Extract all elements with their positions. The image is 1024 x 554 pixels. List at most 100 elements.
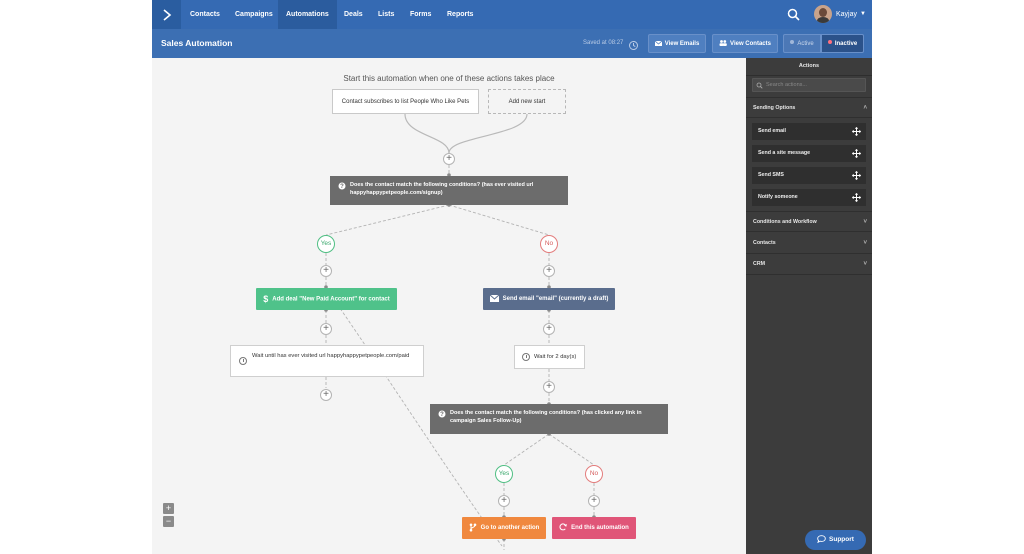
panel-search[interactable]	[752, 78, 866, 92]
nav-reports[interactable]: Reports	[439, 0, 481, 29]
zoom-out-button[interactable]: −	[163, 516, 174, 527]
active-toggle[interactable]: Active	[783, 34, 821, 53]
search-icon	[756, 82, 763, 89]
add-step-button[interactable]: +	[443, 153, 455, 165]
add-step-button[interactable]: +	[320, 323, 332, 335]
send-email-text: Send email "email" (currently a draft)	[502, 296, 609, 302]
nav-campaigns[interactable]: Campaigns	[227, 0, 281, 29]
condition-block-1[interactable]: ? Does the contact match the following c…	[330, 176, 568, 205]
nav-lists[interactable]: Lists	[370, 0, 402, 29]
action-notify-someone[interactable]: Notify someone	[752, 189, 866, 206]
view-emails-button[interactable]: View Emails	[648, 34, 706, 53]
wait-until-text: Wait until has ever visited url happyhap…	[252, 353, 410, 359]
add-deal-action[interactable]: $ Add deal "New Paid Account" for contact	[256, 288, 397, 310]
inactive-toggle[interactable]: Inactive	[821, 34, 864, 53]
action-label: Send a site message	[758, 150, 811, 156]
support-label: Support	[829, 536, 854, 543]
nav-forms[interactable]: Forms	[402, 0, 439, 29]
move-icon	[852, 171, 861, 180]
section-sending-options[interactable]: Sending Options ˄	[746, 97, 872, 118]
envelope-icon	[489, 294, 499, 302]
move-icon	[852, 127, 861, 136]
search-icon	[787, 8, 800, 21]
action-label: Notify someone	[758, 194, 798, 200]
status-dot-icon	[790, 40, 795, 45]
dollar-icon: $	[263, 294, 269, 304]
inactive-label: Inactive	[834, 41, 858, 47]
yes-branch-label: Yes	[317, 235, 335, 253]
active-label: Active	[797, 41, 814, 47]
move-icon	[852, 193, 861, 202]
wait-for-step[interactable]: Wait for 2 day(s)	[514, 345, 585, 369]
goto-action-text: Go to another action	[480, 525, 540, 531]
section-label: CRM	[753, 261, 766, 267]
no-branch-label: No	[585, 465, 603, 483]
view-contacts-button[interactable]: View Contacts	[712, 34, 778, 53]
action-send-email[interactable]: Send email	[752, 123, 866, 140]
add-step-button[interactable]: +	[498, 495, 510, 507]
wait-until-step[interactable]: Wait until has ever visited url happyhap…	[230, 345, 424, 377]
start-heading: Start this automation when one of these …	[343, 74, 555, 83]
action-send-sms[interactable]: Send SMS	[752, 167, 866, 184]
chevron-up-icon: ˄	[863, 105, 867, 111]
chevron-down-icon: ˅	[863, 261, 867, 267]
condition-2-text: Does the contact match the following con…	[450, 410, 642, 424]
refresh-icon	[559, 523, 568, 531]
history-icon[interactable]	[628, 38, 639, 50]
avatar[interactable]	[814, 5, 832, 23]
view-contacts-label: View Contacts	[730, 41, 771, 47]
clock-icon	[239, 357, 247, 365]
add-step-button[interactable]: +	[588, 495, 600, 507]
add-step-button[interactable]: +	[320, 265, 332, 277]
section-label: Sending Options	[753, 105, 796, 111]
users-icon	[719, 40, 727, 47]
question-circle-icon: ?	[338, 182, 346, 190]
status-dot-icon	[827, 40, 832, 45]
add-step-button[interactable]: +	[543, 381, 555, 393]
nav-contacts[interactable]: Contacts	[182, 0, 228, 29]
email-icon	[654, 40, 662, 46]
action-label: Send SMS	[758, 172, 784, 178]
svg-text:?: ?	[340, 184, 344, 190]
goto-action[interactable]: Go to another action	[462, 517, 546, 539]
chevron-down-icon: ˅	[863, 219, 867, 225]
add-step-button[interactable]: +	[543, 323, 555, 335]
section-contacts[interactable]: Contacts ˅	[746, 233, 872, 254]
add-step-button[interactable]: +	[543, 265, 555, 277]
app-logo[interactable]	[152, 0, 181, 29]
chat-bubble-icon	[817, 535, 826, 544]
action-send-site-message[interactable]: Send a site message	[752, 145, 866, 162]
nav-automations[interactable]: Automations	[278, 0, 337, 29]
caret-down-icon[interactable]: ▼	[860, 0, 866, 29]
add-new-start-button[interactable]: Add new start	[488, 89, 566, 114]
add-step-button[interactable]: +	[320, 389, 332, 401]
send-email-action[interactable]: Send email "email" (currently a draft)	[483, 288, 615, 310]
section-crm[interactable]: CRM ˅	[746, 254, 872, 275]
branch-icon	[469, 523, 476, 532]
workflow-canvas[interactable]: Start this automation when one of these …	[152, 58, 746, 554]
question-circle-icon: ?	[438, 410, 446, 418]
nav-deals[interactable]: Deals	[336, 0, 371, 29]
app-window: Contacts Campaigns Automations Deals Lis…	[152, 0, 872, 554]
svg-text:?: ?	[440, 412, 444, 418]
section-conditions-workflow[interactable]: Conditions and Workflow ˅	[746, 211, 872, 232]
action-label: Send email	[758, 128, 786, 134]
end-automation-action[interactable]: End this automation	[552, 517, 636, 539]
search-button[interactable]	[786, 7, 802, 23]
move-icon	[852, 149, 861, 158]
add-deal-text: Add deal "New Paid Account" for contact	[272, 296, 390, 303]
page-header: Sales Automation Saved at 08:27 View Ema…	[152, 29, 872, 58]
condition-block-2[interactable]: ? Does the contact match the following c…	[430, 404, 668, 434]
page-title: Sales Automation	[161, 38, 233, 48]
chevron-down-icon: ˅	[863, 240, 867, 246]
zoom-in-button[interactable]: +	[163, 503, 174, 514]
chevron-right-logo-icon	[162, 8, 171, 21]
clock-icon	[522, 353, 530, 361]
support-button[interactable]: Support	[805, 530, 866, 550]
user-name[interactable]: Kayjay	[836, 0, 857, 29]
section-label: Conditions and Workflow	[753, 219, 817, 225]
search-actions-input[interactable]	[766, 79, 864, 91]
start-trigger[interactable]: Contact subscribes to list People Who Li…	[332, 89, 479, 114]
top-navigation: Contacts Campaigns Automations Deals Lis…	[152, 0, 872, 29]
section-label: Contacts	[753, 240, 776, 246]
